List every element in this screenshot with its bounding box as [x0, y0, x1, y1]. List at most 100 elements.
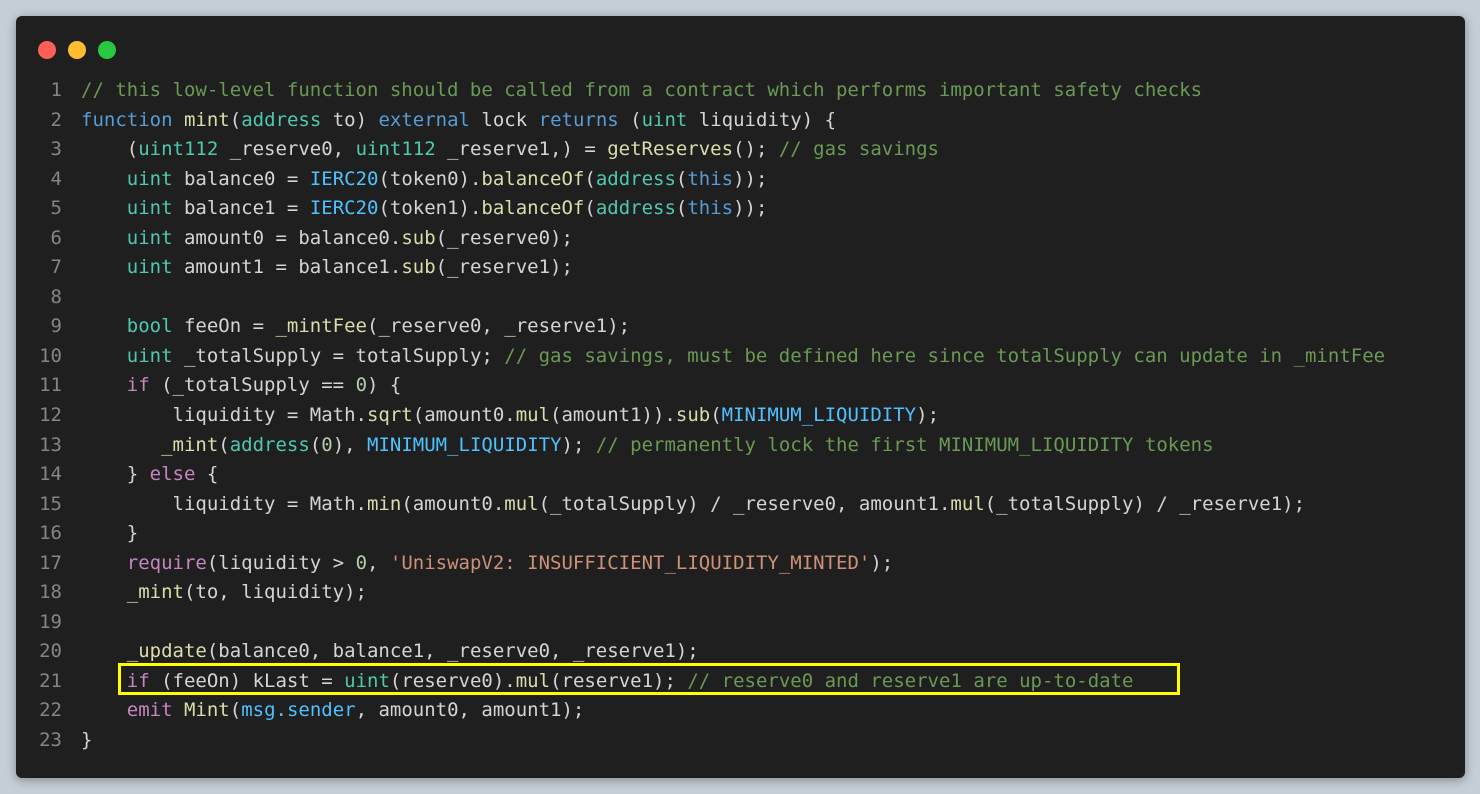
- code-line: 19: [16, 608, 1465, 638]
- code-line: 8: [16, 283, 1465, 313]
- code-token: IERC20: [309, 167, 379, 190]
- code-line: 23}: [16, 726, 1465, 756]
- code-token: min: [366, 492, 402, 515]
- code-line: 17 require(liquidity > 0, 'UniswapV2: IN…: [16, 549, 1465, 579]
- code-line: 4 uint balance0 = IERC20(token0).balance…: [16, 165, 1465, 195]
- code-token: (: [229, 108, 242, 131]
- code-token: uint: [126, 167, 173, 190]
- close-dot-icon[interactable]: [38, 41, 56, 59]
- code-token: lock: [469, 108, 539, 131]
- code-block: 1 // this low-level function should be ca…: [16, 76, 1465, 756]
- code-token: (liquidity >: [206, 551, 356, 574]
- code-token: external: [378, 108, 470, 131]
- line-number: 12: [39, 404, 62, 427]
- code-text: }: [81, 726, 92, 756]
- line-number: 2: [50, 108, 62, 131]
- line-number: 3: [50, 138, 62, 161]
- line-number: 10: [39, 344, 62, 367]
- code-token: (amount1)).: [550, 404, 676, 427]
- code-token: uint112: [138, 138, 219, 161]
- code-line: 15 liquidity = Math.min(amount0.mul(_tot…: [16, 490, 1465, 520]
- code-token: (reserve1);: [550, 669, 688, 692]
- code-token: ),: [332, 433, 368, 456]
- code-token: sub: [401, 226, 436, 249]
- line-number: 14: [39, 463, 62, 486]
- code-line: 9 bool feeOn = _mintFee(_reserve0, _rese…: [16, 312, 1465, 342]
- code-token: // gas savings, must be defined here sin…: [504, 344, 1386, 367]
- code-token: function: [81, 108, 173, 131]
- code-token: (reserve0).: [389, 669, 516, 692]
- code-token: emit: [126, 699, 173, 722]
- code-text: // this low-level function should be cal…: [81, 76, 1202, 106]
- code-token: // permanently lock the first MINIMUM_LI…: [595, 433, 1214, 456]
- code-token: (: [618, 108, 642, 131]
- code-token: bool: [126, 315, 173, 338]
- line-number: 8: [50, 285, 62, 308]
- minimize-dot-icon[interactable]: [68, 41, 86, 59]
- code-token: if: [126, 374, 150, 397]
- code-window: 1 // this low-level function should be ca…: [16, 16, 1465, 778]
- code-token: (_reserve0);: [435, 226, 573, 249]
- code-text: liquidity = Math.min(amount0.mul(_totalS…: [81, 490, 1306, 520]
- code-token: msg.sender: [241, 699, 356, 722]
- code-token: {: [195, 463, 219, 486]
- code-token: ,: [367, 551, 390, 574]
- code-token: // gas savings: [778, 138, 939, 161]
- code-token: IERC20: [309, 197, 379, 220]
- code-token: if: [126, 669, 150, 692]
- code-token: uint: [126, 256, 173, 279]
- code-token: (amount0.: [412, 404, 516, 427]
- code-token: MINIMUM_LIQUIDITY: [367, 433, 562, 456]
- line-number: 22: [39, 699, 62, 722]
- line-number: 6: [50, 226, 62, 249]
- code-token: );: [870, 551, 894, 574]
- code-token: _reserve1,) =: [435, 138, 608, 161]
- code-text: if (_totalSupply == 0) {: [81, 371, 402, 401]
- code-text: _mint(to, liquidity);: [81, 578, 367, 608]
- code-token: address: [229, 433, 310, 456]
- line-number: 18: [39, 581, 62, 604]
- code-token: (: [710, 404, 722, 427]
- code-token: uint: [641, 108, 688, 131]
- code-token: 0: [355, 374, 368, 397]
- code-token: this: [687, 167, 734, 190]
- code-text: }: [81, 519, 138, 549]
- code-token: _reserve0,: [218, 138, 356, 161]
- code-token: , amount0, amount1);: [355, 699, 585, 722]
- code-token: this: [687, 197, 734, 220]
- code-token: (amount0.: [401, 492, 505, 515]
- code-token: }: [81, 729, 93, 752]
- code-text: if (feeOn) kLast = uint(reserve0).mul(re…: [81, 667, 1134, 697]
- code-text: uint balance0 = IERC20(token0).balanceOf…: [81, 165, 768, 195]
- code-text: bool feeOn = _mintFee(_reserve0, _reserv…: [81, 312, 630, 342]
- code-token: address: [595, 167, 676, 190]
- maximize-dot-icon[interactable]: [98, 41, 116, 59]
- line-number: 11: [39, 374, 62, 397]
- code-token: _mint: [161, 433, 219, 456]
- code-token: ));: [733, 197, 768, 220]
- code-token: amount1 = balance1.: [172, 256, 402, 279]
- line-number: 13: [39, 433, 62, 456]
- code-token: returns: [538, 108, 619, 131]
- code-token: liquidity = Math.: [81, 404, 367, 427]
- code-token: address: [241, 108, 322, 131]
- line-number: 21: [39, 669, 62, 692]
- code-text: _mint(address(0), MINIMUM_LIQUIDITY); //…: [81, 431, 1214, 461]
- code-line: 5 uint balance1 = IERC20(token1).balance…: [16, 194, 1465, 224]
- line-number: 1: [50, 79, 62, 101]
- code-token: (_totalSupply ==: [149, 374, 356, 397]
- line-number: 23: [39, 729, 62, 752]
- code-token: (: [675, 167, 688, 190]
- code-token: 0: [321, 433, 333, 456]
- code-token: to): [321, 108, 379, 131]
- code-token: uint: [344, 669, 390, 692]
- code-token: }: [81, 522, 139, 545]
